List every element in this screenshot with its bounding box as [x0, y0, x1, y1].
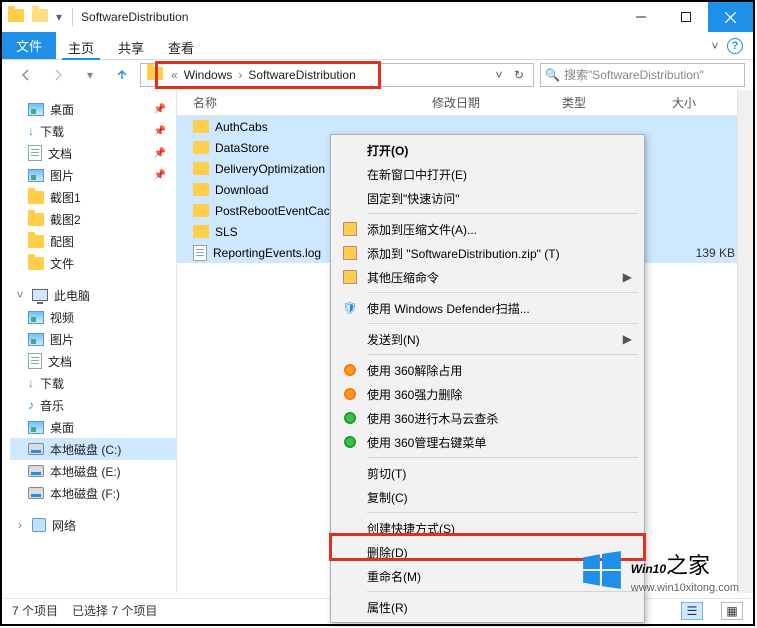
- context-menu-item[interactable]: 发送到(N)▶: [333, 327, 642, 351]
- qat-btn[interactable]: [32, 9, 48, 25]
- tab-view[interactable]: 查看: [156, 32, 206, 59]
- context-menu-item[interactable]: 使用 360强力删除: [333, 382, 642, 406]
- minimize-button[interactable]: [618, 2, 663, 32]
- close-button[interactable]: [708, 2, 753, 32]
- nav-recent[interactable]: ▾: [76, 63, 104, 87]
- context-menu-item[interactable]: 使用 360管理右键菜单: [333, 430, 642, 454]
- context-menu-item[interactable]: 添加到 "SoftwareDistribution.zip" (T): [333, 241, 642, 265]
- windows-logo-icon: [581, 549, 623, 594]
- menu-item-icon: [341, 436, 359, 448]
- nav-quick-item[interactable]: 桌面📌: [10, 98, 176, 120]
- navigation-pane[interactable]: 桌面📌↓下载📌文档📌图片📌截图1截图2配图文件 ˅此电脑视频图片文档↓下载♪音乐桌…: [2, 90, 177, 593]
- context-menu-item[interactable]: 复制(C): [333, 485, 642, 509]
- col-type[interactable]: 类型: [562, 94, 672, 111]
- qat-dropdown[interactable]: ▾: [56, 10, 62, 24]
- nav-pc-item[interactable]: 图片: [10, 328, 176, 350]
- column-headers[interactable]: 名称 修改日期 类型 大小: [177, 90, 753, 116]
- title-bar: ▾ SoftwareDistribution: [2, 2, 753, 32]
- status-count: 7 个项目: [12, 602, 58, 619]
- scrollbar[interactable]: [737, 90, 753, 593]
- menu-item-icon: [341, 364, 359, 376]
- search-box[interactable]: 🔍: [540, 63, 745, 87]
- nav-quick-item[interactable]: 文档📌: [10, 142, 176, 164]
- nav-quick-item[interactable]: 截图1: [10, 186, 176, 208]
- menu-item-icon: [341, 388, 359, 400]
- nav-pc-item[interactable]: 本地磁盘 (F:): [10, 482, 176, 504]
- nav-pc-item[interactable]: 本地磁盘 (C:): [10, 438, 176, 460]
- address-dropdown[interactable]: ˅: [489, 68, 509, 82]
- refresh-button[interactable]: ↻: [509, 68, 529, 82]
- context-menu-item[interactable]: 🛡使用 Windows Defender扫描...: [333, 296, 642, 320]
- context-menu-item[interactable]: 打开(O): [333, 138, 642, 162]
- ribbon-tabs: 文件 主页 共享 查看 ˅ ?: [2, 32, 753, 60]
- nav-pc-item[interactable]: 桌面: [10, 416, 176, 438]
- nav-this-pc[interactable]: ˅此电脑: [10, 284, 176, 306]
- address-row: ▾ « Windows › SoftwareDistribution ˅ ↻ 🔍: [2, 60, 753, 90]
- crumb-windows[interactable]: Windows: [182, 68, 235, 82]
- context-menu-item[interactable]: 固定到"快速访问": [333, 186, 642, 210]
- folder-icon: [147, 67, 163, 83]
- nav-back[interactable]: [12, 63, 40, 87]
- menu-item-icon: [341, 222, 359, 236]
- maximize-button[interactable]: [663, 2, 708, 32]
- search-icon: 🔍: [545, 68, 560, 82]
- menu-item-icon: [341, 270, 359, 284]
- nav-pc-item[interactable]: ♪音乐: [10, 394, 176, 416]
- context-menu-item[interactable]: 使用 360进行木马云查杀: [333, 406, 642, 430]
- help-button[interactable]: ?: [727, 38, 743, 54]
- nav-pc-item[interactable]: 本地磁盘 (E:): [10, 460, 176, 482]
- folder-icon: [8, 9, 24, 25]
- nav-quick-item[interactable]: 文件: [10, 252, 176, 274]
- context-menu-item[interactable]: 属性(R): [333, 595, 642, 619]
- nav-pc-item[interactable]: ↓下载: [10, 372, 176, 394]
- menu-item-icon: [341, 412, 359, 424]
- tab-home[interactable]: 主页: [56, 32, 106, 59]
- crumb-current[interactable]: SoftwareDistribution: [246, 68, 357, 82]
- ribbon-collapse[interactable]: ˅: [703, 32, 727, 59]
- nav-quick-item[interactable]: 截图2: [10, 208, 176, 230]
- col-name[interactable]: 名称: [177, 94, 432, 111]
- nav-network[interactable]: ›网络: [10, 514, 176, 536]
- nav-quick-item[interactable]: ↓下载📌: [10, 120, 176, 142]
- context-menu-item[interactable]: 添加到压缩文件(A)...: [333, 217, 642, 241]
- file-tab[interactable]: 文件: [2, 32, 56, 59]
- nav-forward[interactable]: [44, 63, 72, 87]
- col-date[interactable]: 修改日期: [432, 94, 562, 111]
- nav-pc-item[interactable]: 文档: [10, 350, 176, 372]
- context-menu-item[interactable]: 其他压缩命令▶: [333, 265, 642, 289]
- tab-share[interactable]: 共享: [106, 32, 156, 59]
- status-selected: 已选择 7 个项目: [72, 602, 157, 619]
- context-menu-item[interactable]: 剪切(T): [333, 461, 642, 485]
- crumb-sep: ›: [234, 68, 246, 82]
- menu-item-icon: [341, 246, 359, 260]
- view-icons-button[interactable]: ▦: [721, 602, 743, 620]
- address-bar[interactable]: « Windows › SoftwareDistribution ˅ ↻: [140, 63, 534, 87]
- nav-pc-item[interactable]: 视频: [10, 306, 176, 328]
- nav-quick-item[interactable]: 图片📌: [10, 164, 176, 186]
- menu-item-icon: 🛡: [341, 301, 359, 315]
- view-details-button[interactable]: ☰: [681, 602, 703, 620]
- context-menu-item[interactable]: 在新窗口中打开(E): [333, 162, 642, 186]
- crumb-prefix[interactable]: «: [167, 68, 182, 82]
- context-menu-item[interactable]: 使用 360解除占用: [333, 358, 642, 382]
- nav-up[interactable]: [108, 63, 136, 87]
- watermark: Win10之家 www.win10xitong.com: [581, 548, 739, 594]
- context-menu-item[interactable]: 创建快捷方式(S): [333, 516, 642, 540]
- nav-quick-item[interactable]: 配图: [10, 230, 176, 252]
- search-input[interactable]: [564, 68, 740, 82]
- window-title: SoftwareDistribution: [77, 10, 188, 24]
